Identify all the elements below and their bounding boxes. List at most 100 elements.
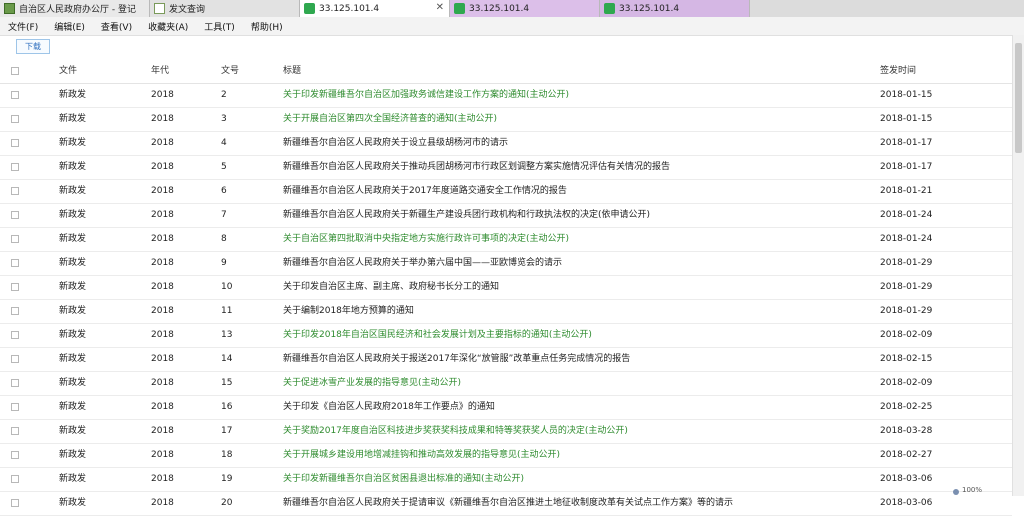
cell-title-link[interactable]: 关于印发自治区主席、副主席、政府秘书长分工的通知 <box>283 276 868 299</box>
table-row[interactable]: 新政发 2018 13 关于印发2018年自治区国民经济和社会发展计划及主要指标的通知… <box>0 324 1012 348</box>
cell-title-link[interactable]: 新疆维吾尔自治区人民政府关于推动兵团胡杨河市行政区划调整方案实施情况评估有关情况… <box>283 156 868 179</box>
row-checkbox[interactable] <box>11 355 19 363</box>
cell-number: 17 <box>221 426 233 436</box>
row-checkbox[interactable] <box>11 283 19 291</box>
tab-active-ip[interactable]: 33.125.101.4 ✕ <box>300 0 450 17</box>
tab-ip-2[interactable]: 33.125.101.4 <box>450 0 600 17</box>
menu-view[interactable]: 查看(V) <box>93 20 140 33</box>
cell-title-link[interactable]: 新疆维吾尔自治区人民政府关于2017年度道路交通安全工作情况的报告 <box>283 180 868 203</box>
table-row[interactable]: 新政发 2018 15 关于促进冰雪产业发展的指导意见(主动公开) 2018-02-09 <box>0 372 1012 396</box>
menu-favorites[interactable]: 收藏夹(A) <box>140 20 196 33</box>
table-row[interactable]: 新政发 2018 14 新疆维吾尔自治区人民政府关于报送2017年深化“放管服”改革重… <box>0 348 1012 372</box>
cell-number: 4 <box>221 138 227 148</box>
header-number[interactable]: 文号 <box>221 60 271 83</box>
menu-help[interactable]: 帮助(H) <box>243 20 291 33</box>
cell-year: 2018 <box>151 354 174 364</box>
tab-document-query[interactable]: 发文查询 <box>150 0 300 17</box>
table-row[interactable]: 新政发 2018 18 关于开展城乡建设用地增减挂钩和推动高效发展的指导意见(主动公开… <box>0 444 1012 468</box>
cell-year: 2018 <box>151 498 174 508</box>
table-row[interactable]: 新政发 2018 7 新疆维吾尔自治区人民政府关于新疆生产建设兵团行政机构和行政执法权… <box>0 204 1012 228</box>
table-row[interactable]: 新政发 2018 16 关于印发《自治区人民政府2018年工作要点》的通知 2018-0… <box>0 396 1012 420</box>
scrollbar-thumb[interactable] <box>1015 43 1022 153</box>
cell-title-link[interactable]: 关于开展城乡建设用地增减挂钩和推动高效发展的指导意见(主动公开) <box>283 444 868 467</box>
cell-year: 2018 <box>151 378 174 388</box>
row-checkbox[interactable] <box>11 139 19 147</box>
cell-date: 2018-02-15 <box>880 354 933 364</box>
row-checkbox[interactable] <box>11 259 19 267</box>
row-checkbox[interactable] <box>11 451 19 459</box>
cell-number: 19 <box>221 474 233 484</box>
row-checkbox[interactable] <box>11 403 19 411</box>
menu-edit[interactable]: 编辑(E) <box>46 20 93 33</box>
cell-title-link[interactable]: 关于印发《自治区人民政府2018年工作要点》的通知 <box>283 396 868 419</box>
cell-title-link[interactable]: 关于奖励2017年度自治区科技进步奖获奖科技成果和特等奖获奖人员的决定(主动公开… <box>283 420 868 443</box>
select-all-checkbox[interactable] <box>11 67 19 75</box>
cell-title-link[interactable]: 关于印发2018年自治区国民经济和社会发展计划及主要指标的通知(主动公开) <box>283 324 868 347</box>
table-row[interactable]: 新政发 2018 3 关于开展自治区第四次全国经济普查的通知(主动公开) 2018-01… <box>0 108 1012 132</box>
row-checkbox[interactable] <box>11 187 19 195</box>
row-checkbox[interactable] <box>11 379 19 387</box>
row-checkbox[interactable] <box>11 499 19 507</box>
row-checkbox[interactable] <box>11 211 19 219</box>
tab-label: 33.125.101.4 <box>469 3 530 14</box>
cell-year: 2018 <box>151 402 174 412</box>
cell-file: 新政发 <box>59 114 87 124</box>
cell-title-link[interactable]: 新疆维吾尔自治区人民政府关于举办第六届中国——亚欧博览会的请示 <box>283 252 868 275</box>
cell-title-link[interactable]: 关于印发新疆维吾尔自治区加强政务诚信建设工作方案的通知(主动公开) <box>283 84 868 107</box>
table-row[interactable]: 新政发 2018 2 关于印发新疆维吾尔自治区加强政务诚信建设工作方案的通知(主动公开… <box>0 84 1012 108</box>
header-date[interactable]: 签发时间 <box>880 60 990 83</box>
cell-title-link[interactable]: 新疆维吾尔自治区人民政府关于提请审议《新疆维吾尔自治区推进土地征收制度改革有关试… <box>283 492 868 515</box>
cell-title-link[interactable]: 新疆维吾尔自治区人民政府关于设立县级胡杨河市的请示 <box>283 132 868 155</box>
table-row[interactable]: 新政发 2018 17 关于奖励2017年度自治区科技进步奖获奖科技成果和特等奖获奖人… <box>0 420 1012 444</box>
cell-year: 2018 <box>151 282 174 292</box>
table-row[interactable]: 新政发 2018 8 关于自治区第四批取消中央指定地方实施行政许可事项的决定(主动公开… <box>0 228 1012 252</box>
vertical-scrollbar[interactable] <box>1012 35 1024 496</box>
table-row[interactable]: 新政发 2018 11 关于编制2018年地方预算的通知 2018-01-29 <box>0 300 1012 324</box>
header-year[interactable]: 年代 <box>151 60 211 83</box>
row-checkbox[interactable] <box>11 91 19 99</box>
menu-tools[interactable]: 工具(T) <box>196 20 243 33</box>
header-title[interactable]: 标题 <box>283 60 868 83</box>
cell-year: 2018 <box>151 426 174 436</box>
table-body: 新政发 2018 2 关于印发新疆维吾尔自治区加强政务诚信建设工作方案的通知(主动公开… <box>0 84 1012 516</box>
cell-year: 2018 <box>151 234 174 244</box>
zoom-level[interactable]: 100% <box>962 486 982 494</box>
cell-title-link[interactable]: 新疆维吾尔自治区人民政府关于报送2017年深化“放管服”改革重点任务完成情况的报… <box>283 348 868 371</box>
cell-year: 2018 <box>151 186 174 196</box>
cell-file: 新政发 <box>59 426 87 436</box>
page-icon <box>154 3 165 14</box>
table-row[interactable]: 新政发 2018 6 新疆维吾尔自治区人民政府关于2017年度道路交通安全工作情况的报… <box>0 180 1012 204</box>
cell-year: 2018 <box>151 90 174 100</box>
cell-title-link[interactable]: 关于促进冰雪产业发展的指导意见(主动公开) <box>283 372 868 395</box>
cell-title-link[interactable]: 关于编制2018年地方预算的通知 <box>283 300 868 323</box>
table-row[interactable]: 新政发 2018 5 新疆维吾尔自治区人民政府关于推动兵团胡杨河市行政区划调整方案实施… <box>0 156 1012 180</box>
cell-title-link[interactable]: 新疆维吾尔自治区人民政府关于新疆生产建设兵团行政机构和行政执法权的决定(依申请公… <box>283 204 868 227</box>
table-row[interactable]: 新政发 2018 10 关于印发自治区主席、副主席、政府秘书长分工的通知 2018-01… <box>0 276 1012 300</box>
row-checkbox[interactable] <box>11 307 19 315</box>
table-row[interactable]: 新政发 2018 9 新疆维吾尔自治区人民政府关于举办第六届中国——亚欧博览会的请示 2… <box>0 252 1012 276</box>
table-row[interactable]: 新政发 2018 4 新疆维吾尔自治区人民政府关于设立县级胡杨河市的请示 2018-01… <box>0 132 1012 156</box>
download-button[interactable]: 下载 <box>16 39 50 54</box>
cell-number: 14 <box>221 354 233 364</box>
cell-file: 新政发 <box>59 210 87 220</box>
tab-ip-3[interactable]: 33.125.101.4 <box>600 0 750 17</box>
row-checkbox[interactable] <box>11 235 19 243</box>
table-row[interactable]: 新政发 2018 19 关于印发新疆维吾尔自治区贫困县退出标准的通知(主动公开) 201… <box>0 468 1012 492</box>
cell-file: 新政发 <box>59 186 87 196</box>
header-file[interactable]: 文件 <box>59 60 139 83</box>
row-checkbox[interactable] <box>11 331 19 339</box>
cell-date: 2018-01-29 <box>880 258 933 268</box>
row-checkbox[interactable] <box>11 163 19 171</box>
row-checkbox[interactable] <box>11 475 19 483</box>
cell-title-link[interactable]: 关于开展自治区第四次全国经济普查的通知(主动公开) <box>283 108 868 131</box>
row-checkbox[interactable] <box>11 115 19 123</box>
cell-file: 新政发 <box>59 498 87 508</box>
tab-office-registration[interactable]: 自治区人民政府办公厅 - 登记 <box>0 0 150 17</box>
tab-label: 33.125.101.4 <box>319 3 380 14</box>
row-checkbox[interactable] <box>11 427 19 435</box>
cell-title-link[interactable]: 关于自治区第四批取消中央指定地方实施行政许可事项的决定(主动公开) <box>283 228 868 251</box>
cell-file: 新政发 <box>59 306 87 316</box>
menu-file[interactable]: 文件(F) <box>0 20 46 33</box>
close-icon[interactable]: ✕ <box>436 2 444 13</box>
cell-title-link[interactable]: 关于印发新疆维吾尔自治区贫困县退出标准的通知(主动公开) <box>283 468 868 491</box>
